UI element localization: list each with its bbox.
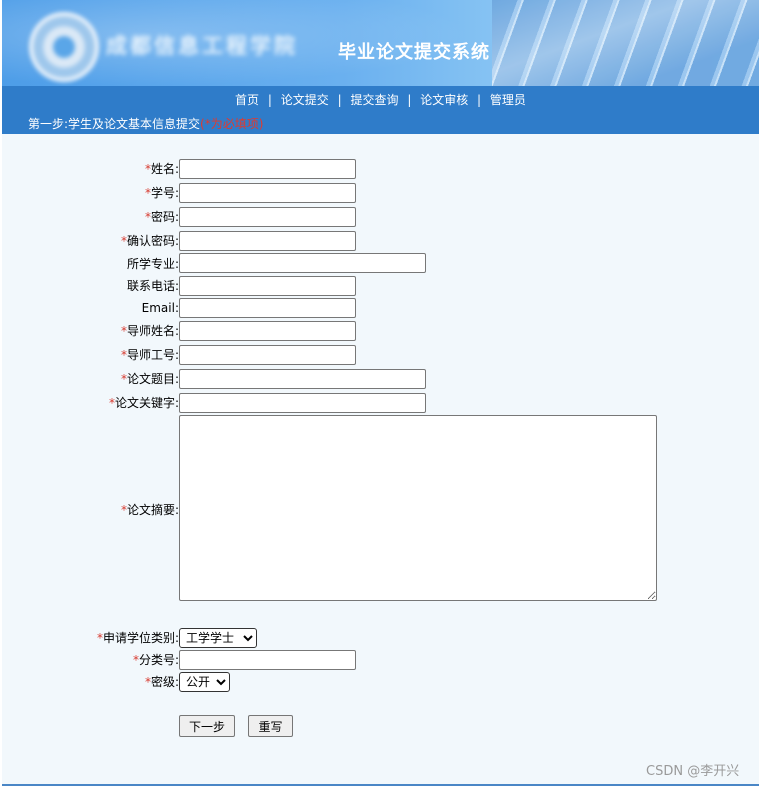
confirm-password-input[interactable]: [179, 231, 356, 251]
nav-separator: |: [477, 93, 482, 107]
password-label: *密码:: [144, 210, 179, 224]
school-name: 成都信息工程学院: [106, 34, 298, 58]
watermark: CSDN @李开兴: [646, 764, 740, 779]
keywords-input[interactable]: [179, 393, 426, 413]
nav-submit-link[interactable]: 论文提交: [281, 93, 329, 107]
degree-type-select[interactable]: 工学学士: [179, 628, 257, 648]
nav-separator: |: [267, 93, 272, 107]
major-input[interactable]: [179, 253, 426, 273]
class-no-input[interactable]: [179, 650, 356, 670]
major-label: 所学专业:: [126, 257, 179, 271]
step-title-text: 第一步:学生及论文基本信息提交: [28, 117, 201, 131]
reset-button[interactable]: 重写: [248, 715, 293, 737]
keyboard-image: [492, 0, 759, 86]
name-input[interactable]: [179, 159, 356, 179]
abstract-label: *论文摘要:: [120, 503, 179, 517]
phone-label: 联系电话:: [126, 279, 179, 293]
phone-input[interactable]: [179, 276, 356, 296]
secrecy-label: *密级:: [144, 675, 179, 689]
keywords-label: *论文关键字:: [108, 396, 179, 410]
nav-query-link[interactable]: 提交查询: [350, 93, 398, 107]
class-no-label: *分类号:: [132, 653, 179, 667]
system-title: 毕业论文提交系统: [338, 42, 490, 63]
name-label: *姓名:: [144, 162, 179, 176]
next-step-button[interactable]: 下一步: [179, 715, 235, 737]
step-title: 第一步:学生及论文基本信息提交(*为必填项): [28, 115, 263, 132]
advisor-name-label: *导师姓名:: [120, 324, 179, 338]
nav-home-link[interactable]: 首页: [235, 93, 259, 107]
header-banner: 成都信息工程学院 毕业论文提交系统: [2, 0, 759, 86]
nav-bar: 首页 | 论文提交 | 提交查询 | 论文审核 | 管理员 第一步:学生及论文基…: [2, 86, 759, 134]
email-input[interactable]: [179, 298, 356, 318]
advisor-id-input[interactable]: [179, 345, 356, 365]
secrecy-select[interactable]: 公开: [179, 672, 230, 692]
abstract-textarea[interactable]: [179, 415, 657, 601]
advisor-name-input[interactable]: [179, 321, 356, 341]
password-input[interactable]: [179, 207, 356, 227]
thesis-title-label: *论文题目:: [120, 372, 179, 386]
school-logo: [29, 12, 99, 82]
nav-admin-link[interactable]: 管理员: [490, 93, 526, 107]
nav-links: 首页 | 论文提交 | 提交查询 | 论文审核 | 管理员: [2, 91, 759, 108]
email-label: Email:: [141, 301, 179, 315]
thesis-title-input[interactable]: [179, 369, 426, 389]
student-id-input[interactable]: [179, 183, 356, 203]
advisor-id-label: *导师工号:: [120, 348, 179, 362]
nav-review-link[interactable]: 论文审核: [420, 93, 468, 107]
nav-separator: |: [337, 93, 342, 107]
nav-separator: |: [407, 93, 412, 107]
degree-type-label: *申请学位类别:: [96, 631, 179, 645]
required-note: (*为必填项): [200, 117, 264, 131]
student-id-label: *学号:: [144, 186, 179, 200]
confirm-password-label: *确认密码:: [120, 234, 179, 248]
